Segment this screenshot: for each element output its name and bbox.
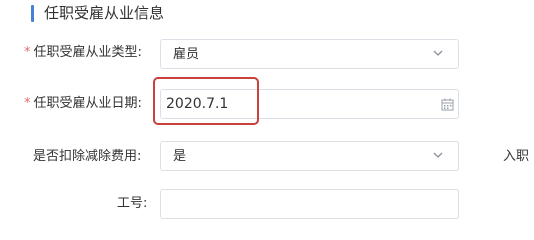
annotation-highlight-box [153, 77, 259, 125]
entry-label-truncated: 入职 [503, 149, 530, 164]
chevron-down-icon [433, 152, 443, 158]
employee-number-input[interactable] [160, 189, 459, 219]
deduct-expenses-select[interactable]: 是 [160, 141, 459, 171]
section-accent-bar [31, 5, 34, 22]
required-marker: * [24, 45, 31, 60]
employment-type-value: 雇员 [173, 47, 200, 62]
employment-type-label-text: 任职受雇从业类型: [33, 45, 142, 60]
employment-date-label: * 任职受雇从业日期: [24, 95, 142, 113]
employee-number-label: 工号: [117, 196, 148, 211]
required-marker: * [24, 96, 31, 111]
calendar-icon[interactable] [441, 98, 454, 111]
section-title: 任职受雇从业信息 [44, 4, 165, 22]
chevron-down-icon [433, 50, 443, 56]
deduct-expenses-label: 是否扣除减除费用: [33, 149, 142, 164]
employment-type-select[interactable]: 雇员 [160, 39, 459, 69]
deduct-expenses-value: 是 [173, 149, 187, 164]
employment-type-label: * 任职受雇从业类型: [24, 44, 142, 62]
employment-date-label-text: 任职受雇从业日期: [33, 96, 142, 111]
